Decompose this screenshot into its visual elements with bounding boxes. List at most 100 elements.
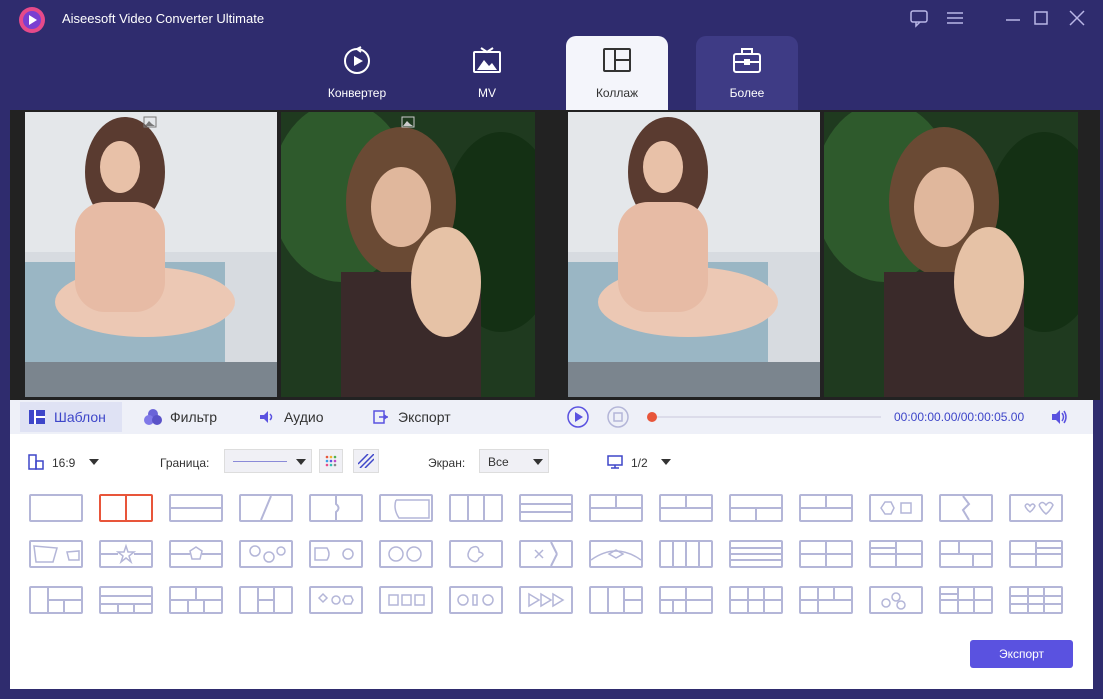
layout-template-45[interactable]: [1009, 586, 1063, 614]
layout-template-26[interactable]: [729, 540, 783, 568]
volume-icon[interactable]: [1049, 407, 1071, 427]
layout-template-38[interactable]: [519, 586, 573, 614]
border-line-preview: [233, 461, 287, 462]
layout-template-preview: [257, 588, 275, 612]
border-color-button[interactable]: [319, 449, 343, 473]
photo-woman-sofa-preview: [568, 112, 820, 397]
layout-template-3[interactable]: [169, 494, 223, 522]
photo-woman-portrait-preview: [824, 112, 1078, 397]
close-icon[interactable]: [1066, 8, 1088, 28]
layout-template-31[interactable]: [29, 586, 83, 614]
app-logo-icon: [19, 7, 45, 33]
layout-template-30[interactable]: [1009, 540, 1063, 568]
image-badge-icon: [143, 116, 157, 128]
layout-template-preview: [394, 499, 430, 519]
layout-template-32[interactable]: [99, 586, 153, 614]
layout-template-preview: [661, 588, 711, 612]
layout-template-34[interactable]: [239, 586, 293, 614]
layout-template-9[interactable]: [589, 494, 643, 522]
audio-icon: [260, 411, 273, 423]
photo-woman-sofa: [25, 112, 277, 397]
layout-template-6[interactable]: [379, 494, 433, 522]
layout-template-42[interactable]: [799, 586, 853, 614]
layout-template-16[interactable]: [29, 540, 83, 568]
mv-icon: [473, 47, 501, 73]
title-bar: Aiseesoft Video Converter Ultimate: [0, 0, 1103, 36]
layout-template-preview: [467, 496, 485, 520]
hatch-pattern-icon: [358, 454, 374, 468]
layout-template-19[interactable]: [239, 540, 293, 568]
layout-template-15[interactable]: [1009, 494, 1063, 522]
layout-template-10[interactable]: [659, 494, 713, 522]
tab-filter[interactable]: Фильтр: [136, 402, 236, 432]
layout-template-preview: [467, 545, 484, 563]
layout-template-4[interactable]: [239, 494, 293, 522]
border-pattern-button[interactable]: [353, 449, 379, 473]
layout-template-44[interactable]: [939, 586, 993, 614]
page-dropdown-icon[interactable]: [660, 457, 672, 467]
layout-template-29[interactable]: [939, 540, 993, 568]
layout-template-33[interactable]: [169, 586, 223, 614]
layout-template-preview: [672, 542, 700, 566]
layout-template-preview: [881, 592, 906, 610]
layout-template-12[interactable]: [799, 494, 853, 522]
tab-audio[interactable]: Аудио: [250, 402, 350, 432]
layout-template-7[interactable]: [449, 494, 503, 522]
options-row: 16:9 Граница: Экран: Все 1/2: [10, 434, 1093, 494]
minimize-icon[interactable]: [1002, 8, 1024, 28]
layout-template-36[interactable]: [379, 586, 433, 614]
layout-template-35[interactable]: [309, 586, 363, 614]
layout-template-8[interactable]: [519, 494, 573, 522]
layout-template-preview: [591, 496, 641, 509]
layout-template-5[interactable]: [309, 494, 363, 522]
layout-template-preview: [1011, 588, 1061, 612]
export-button[interactable]: Экспорт: [970, 640, 1073, 668]
layout-template-13[interactable]: [869, 494, 923, 522]
menu-icon[interactable]: [944, 8, 966, 28]
layout-template-28[interactable]: [869, 540, 923, 568]
layout-template-preview: [591, 549, 641, 561]
layout-template-23[interactable]: [519, 540, 573, 568]
progress-thumb[interactable]: [647, 412, 657, 422]
layout-template-1[interactable]: [29, 494, 83, 522]
layout-template-18[interactable]: [169, 540, 223, 568]
tab-export[interactable]: Экспорт: [364, 402, 474, 432]
tab-more[interactable]: Более: [696, 36, 798, 110]
screen-select[interactable]: Все: [479, 449, 549, 473]
maximize-icon[interactable]: [1030, 8, 1052, 28]
layout-template-11[interactable]: [729, 494, 783, 522]
tab-converter[interactable]: Конвертер: [306, 36, 408, 110]
layout-template-41[interactable]: [729, 586, 783, 614]
layout-template-40[interactable]: [659, 586, 713, 614]
layout-template-43[interactable]: [869, 586, 923, 614]
aspect-ratio-icon: [28, 454, 44, 470]
layout-template-preview: [388, 594, 425, 606]
tab-template[interactable]: Шаблон: [20, 402, 122, 432]
filter-icon: [144, 409, 162, 425]
layout-template-preview: [171, 507, 221, 509]
layout-template-37[interactable]: [449, 586, 503, 614]
layout-template-27[interactable]: [799, 540, 853, 568]
layout-template-24[interactable]: [589, 540, 643, 568]
feedback-icon[interactable]: [908, 8, 930, 28]
stop-icon[interactable]: [607, 406, 629, 428]
collage-slot-1[interactable]: [25, 112, 277, 397]
layout-template-25[interactable]: [659, 540, 713, 568]
progress-track[interactable]: [647, 412, 881, 422]
layout-template-22[interactable]: [449, 540, 503, 568]
layout-template-preview: [607, 588, 641, 612]
tab-mv[interactable]: MV: [436, 36, 538, 110]
layout-template-39[interactable]: [589, 586, 643, 614]
color-palette-icon: [325, 455, 337, 467]
layout-template-2[interactable]: [99, 494, 153, 522]
layout-template-preview: [521, 503, 571, 513]
border-style-select[interactable]: [224, 449, 312, 473]
aspect-dropdown-icon[interactable]: [88, 457, 100, 467]
tab-collage[interactable]: Коллаж: [566, 36, 668, 110]
play-icon[interactable]: [567, 406, 589, 428]
layout-template-14[interactable]: [939, 494, 993, 522]
layout-template-21[interactable]: [379, 540, 433, 568]
layout-template-17[interactable]: [99, 540, 153, 568]
collage-slot-2[interactable]: [281, 112, 535, 397]
layout-template-20[interactable]: [309, 540, 363, 568]
